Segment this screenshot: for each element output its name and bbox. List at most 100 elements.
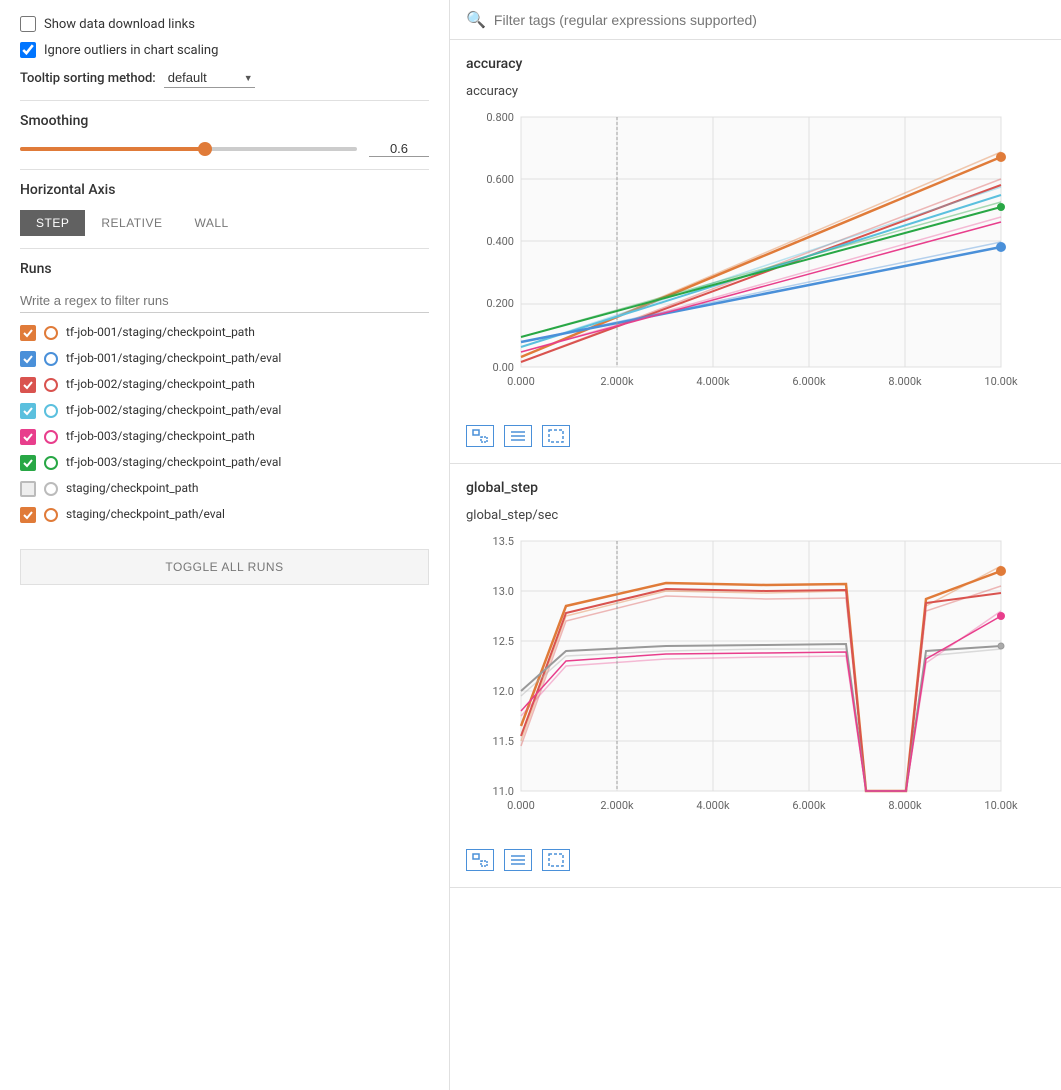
ignore-outliers-label[interactable]: Ignore outliers in chart scaling	[44, 43, 218, 58]
filter-tags-input[interactable]	[494, 12, 1045, 28]
axis-relative-button[interactable]: RELATIVE	[85, 210, 178, 236]
accuracy-chart-toolbar	[466, 425, 1045, 447]
show-download-label[interactable]: Show data download links	[44, 17, 195, 32]
list-item: tf-job-003/staging/checkpoint_path/eval	[20, 455, 429, 471]
run-checkbox-4[interactable]	[20, 403, 36, 419]
smoothing-slider-row	[20, 141, 429, 157]
svg-text:6.000k: 6.000k	[792, 375, 826, 388]
svg-text:12.0: 12.0	[493, 685, 514, 698]
right-panel: 🔍 accuracy accuracy	[450, 0, 1061, 1090]
axis-step-button[interactable]: STEP	[20, 210, 85, 236]
accuracy-chart-container: 0.00 0.200 0.400 0.600 0.800 0.000 2.000…	[466, 107, 1045, 417]
accuracy-zoom-rect-button[interactable]	[542, 425, 570, 447]
global-step-chart-toolbar	[466, 849, 1045, 871]
svg-text:0.200: 0.200	[486, 297, 514, 310]
svg-text:13.0: 13.0	[493, 585, 514, 598]
list-item: tf-job-003/staging/checkpoint_path	[20, 429, 429, 445]
runs-section: Runs tf-job-001/staging/checkpoint_path …	[20, 261, 429, 585]
run-color-dot-2	[44, 352, 58, 366]
svg-text:4.000k: 4.000k	[696, 799, 730, 812]
axis-title: Horizontal Axis	[20, 182, 429, 198]
smoothing-title: Smoothing	[20, 113, 429, 129]
run-name-7: staging/checkpoint_path	[66, 481, 199, 497]
smoothing-slider-thumb[interactable]	[198, 142, 212, 156]
svg-text:12.5: 12.5	[493, 635, 514, 648]
svg-text:10.00k: 10.00k	[984, 375, 1018, 388]
global-step-zoom-fit-button[interactable]	[466, 849, 494, 871]
run-name-5: tf-job-003/staging/checkpoint_path	[66, 429, 255, 445]
svg-text:0.00: 0.00	[493, 361, 514, 374]
accuracy-section: accuracy accuracy	[450, 40, 1061, 464]
run-name-8: staging/checkpoint_path/eval	[66, 507, 225, 523]
run-checkbox-5[interactable]	[20, 429, 36, 445]
svg-text:0.600: 0.600	[486, 173, 514, 186]
tooltip-sort-label: Tooltip sorting method:	[20, 71, 156, 86]
run-checkbox-8[interactable]	[20, 507, 36, 523]
run-color-dot-8	[44, 508, 58, 522]
divider-1	[20, 100, 429, 101]
tooltip-select-wrapper: default ascending descending nearest	[164, 68, 255, 88]
svg-text:0.000: 0.000	[507, 375, 535, 388]
run-checkbox-3[interactable]	[20, 377, 36, 393]
run-color-dot-6	[44, 456, 58, 470]
global-step-chart-subtitle: global_step/sec	[466, 508, 1045, 523]
runs-filter-input[interactable]	[20, 289, 429, 313]
run-checkbox-7[interactable]	[20, 481, 36, 497]
list-item: tf-job-002/staging/checkpoint_path	[20, 377, 429, 393]
ignore-outliers-row: Ignore outliers in chart scaling	[20, 42, 429, 58]
global-step-section-title: global_step	[466, 480, 1045, 496]
svg-text:2.000k: 2.000k	[600, 375, 634, 388]
axis-wall-button[interactable]: WALL	[178, 210, 244, 236]
svg-text:8.000k: 8.000k	[888, 375, 922, 388]
svg-text:4.000k: 4.000k	[696, 375, 730, 388]
accuracy-svg: 0.00 0.200 0.400 0.600 0.800 0.000 2.000…	[466, 107, 1021, 417]
list-item: tf-job-001/staging/checkpoint_path	[20, 325, 429, 341]
run-name-6: tf-job-003/staging/checkpoint_path/eval	[66, 455, 281, 471]
global-step-section: global_step global_step/sec	[450, 464, 1061, 888]
show-download-checkbox[interactable]	[20, 16, 36, 32]
axis-buttons-group: STEP RELATIVE WALL	[20, 210, 429, 236]
global-step-zoom-rect-button[interactable]	[542, 849, 570, 871]
toggle-all-button[interactable]: TOGGLE ALL RUNS	[20, 549, 429, 585]
accuracy-chart-subtitle: accuracy	[466, 84, 1045, 99]
svg-text:2.000k: 2.000k	[600, 799, 634, 812]
run-name-3: tf-job-002/staging/checkpoint_path	[66, 377, 255, 393]
svg-text:11.5: 11.5	[493, 735, 514, 748]
svg-text:11.0: 11.0	[493, 785, 514, 798]
list-item: staging/checkpoint_path/eval	[20, 507, 429, 523]
list-item: tf-job-001/staging/checkpoint_path/eval	[20, 351, 429, 367]
accuracy-zoom-fit-button[interactable]	[466, 425, 494, 447]
run-color-dot-3	[44, 378, 58, 392]
smoothing-value-input[interactable]	[369, 141, 429, 157]
list-item: tf-job-002/staging/checkpoint_path/eval	[20, 403, 429, 419]
filter-bar: 🔍	[450, 0, 1061, 40]
accuracy-section-title: accuracy	[466, 56, 1045, 72]
global-step-svg: 11.0 11.5 12.0 12.5 13.0 13.5 0.000 2.00…	[466, 531, 1021, 841]
smoothing-slider-track[interactable]	[20, 147, 357, 151]
smoothing-section: Smoothing	[20, 113, 429, 157]
smoothing-slider-fill	[20, 147, 205, 151]
run-color-dot-5	[44, 430, 58, 444]
tooltip-sort-select[interactable]: default ascending descending nearest	[164, 68, 255, 88]
run-name-1: tf-job-001/staging/checkpoint_path	[66, 325, 255, 341]
list-item: staging/checkpoint_path	[20, 481, 429, 497]
divider-2	[20, 169, 429, 170]
global-step-legend-button[interactable]	[504, 849, 532, 871]
axis-section: Horizontal Axis STEP RELATIVE WALL	[20, 182, 429, 236]
svg-text:13.5: 13.5	[493, 535, 514, 548]
run-checkbox-1[interactable]	[20, 325, 36, 341]
runs-title: Runs	[20, 261, 429, 277]
accuracy-legend-button[interactable]	[504, 425, 532, 447]
run-name-2: tf-job-001/staging/checkpoint_path/eval	[66, 351, 281, 367]
left-panel: Show data download links Ignore outliers…	[0, 0, 450, 1090]
svg-text:10.00k: 10.00k	[984, 799, 1018, 812]
ignore-outliers-checkbox[interactable]	[20, 42, 36, 58]
run-checkbox-6[interactable]	[20, 455, 36, 471]
accuracy-chart-card: accuracy	[466, 84, 1045, 447]
run-color-dot-1	[44, 326, 58, 340]
run-checkbox-2[interactable]	[20, 351, 36, 367]
svg-text:0.000: 0.000	[507, 799, 535, 812]
run-color-dot-7	[44, 482, 58, 496]
show-download-row: Show data download links	[20, 16, 429, 32]
svg-text:6.000k: 6.000k	[792, 799, 826, 812]
